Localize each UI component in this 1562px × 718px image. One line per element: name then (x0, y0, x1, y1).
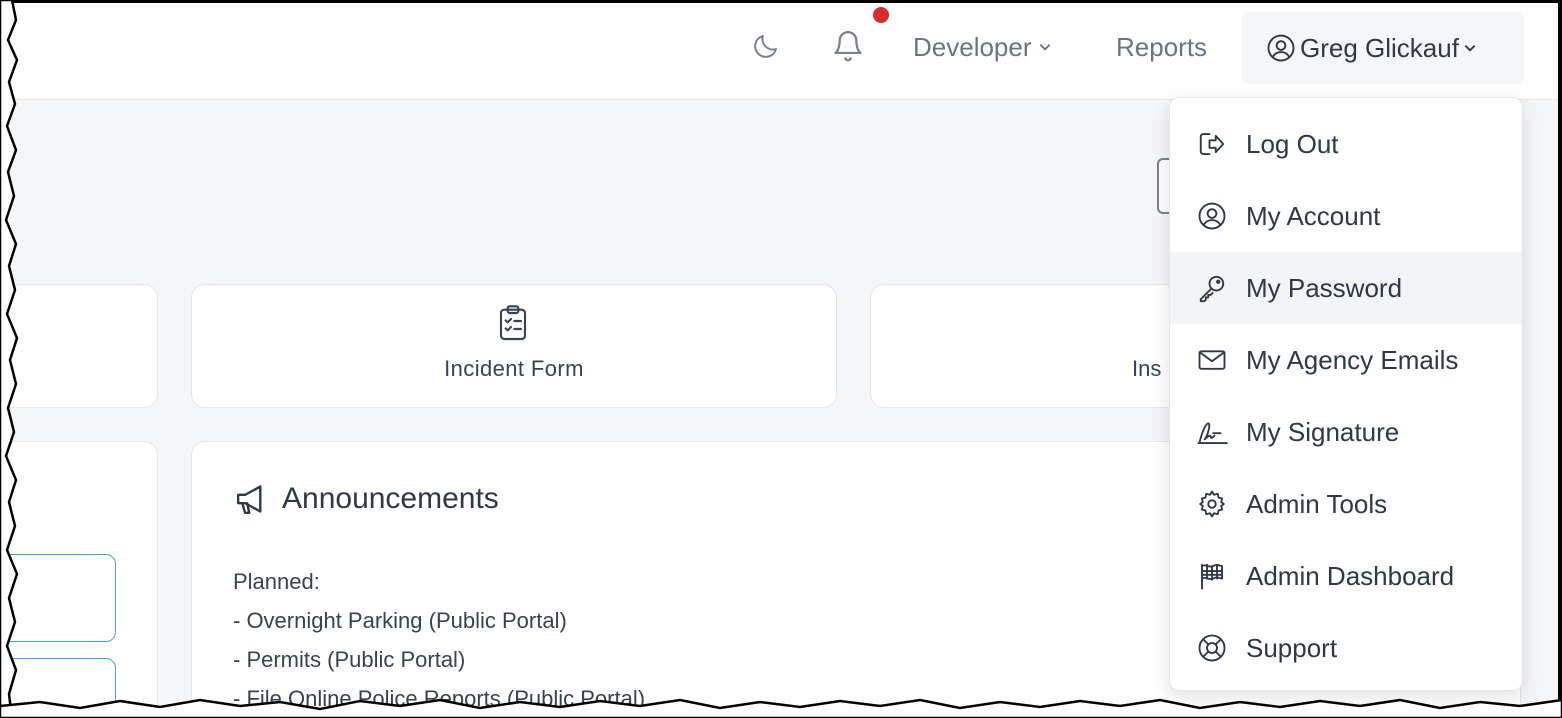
menu-item-label: Log Out (1246, 128, 1339, 159)
moon-icon[interactable] (748, 28, 784, 64)
menu-item-admin-tools[interactable]: Admin Tools (1170, 468, 1522, 540)
left-panel-item[interactable] (0, 658, 116, 718)
menu-item-label: My Password (1246, 272, 1403, 303)
announcements-title: Announcements (282, 482, 499, 515)
clipboard-check-icon (497, 304, 529, 342)
menu-item-label: My Agency Emails (1246, 344, 1459, 375)
envelope-icon (1198, 350, 1226, 370)
life-ring-icon (1198, 634, 1226, 662)
megaphone-icon (234, 482, 270, 516)
announcement-line: - Overnight Parking (Public Portal) (233, 608, 567, 633)
menu-item-my-agency-emails[interactable]: My Agency Emails (1170, 324, 1522, 396)
frame-right-edge (1558, 0, 1562, 718)
menu-item-label: Admin Tools (1246, 488, 1388, 519)
reports-link[interactable]: Reports (1116, 30, 1207, 64)
menu-item-label: My Signature (1246, 416, 1400, 447)
menu-item-label: Admin Dashboard (1246, 560, 1455, 591)
left-panel-item[interactable] (0, 554, 116, 642)
announcement-line: Planned: (233, 569, 320, 594)
announcements-body: Planned: - Overnight Parking (Public Por… (233, 562, 645, 718)
incident-form-card[interactable] (191, 284, 837, 408)
log-out-icon (1199, 133, 1225, 155)
signature-icon (1197, 422, 1228, 444)
menu-item-label: Support (1246, 632, 1338, 663)
menu-item-log-out[interactable]: Log Out (1170, 108, 1522, 180)
announcement-line: - Permits (Public Portal) (233, 647, 466, 672)
notification-dot (873, 7, 889, 23)
menu-item-support[interactable]: Support (1170, 612, 1522, 684)
menu-item-my-account[interactable]: My Account (1170, 180, 1522, 252)
gear-icon (1199, 490, 1225, 518)
inspection-card-label: Ins (1132, 356, 1162, 381)
menu-item-my-signature[interactable]: My Signature (1170, 396, 1522, 468)
incident-form-label: Incident Form (444, 356, 584, 381)
developer-label: Developer (913, 31, 1032, 62)
user-name: Greg Glickauf (1300, 32, 1459, 63)
developer-menu[interactable]: Developer (913, 30, 1052, 64)
user-circle-icon (1198, 202, 1226, 230)
chevron-down-icon (1464, 45, 1476, 52)
key-icon (1199, 275, 1225, 303)
menu-item-admin-dashboard[interactable]: Admin Dashboard (1170, 540, 1522, 612)
user-menu-button[interactable]: Greg Glickauf (1242, 12, 1524, 84)
menu-item-label: My Account (1246, 200, 1381, 231)
chevron-down-icon (1039, 44, 1050, 51)
flag-icon (1201, 563, 1223, 590)
quick-action-card[interactable] (0, 284, 158, 408)
menu-item-my-password[interactable]: My Password (1170, 252, 1522, 324)
frame-top-edge (0, 0, 1562, 3)
announcement-line: - File Online Police Reports (Public Por… (233, 686, 646, 711)
bell-icon[interactable] (828, 26, 868, 66)
user-dropdown-menu: Log Out My Account My Password My Agency… (1169, 97, 1523, 691)
user-circle-icon (1267, 34, 1295, 62)
